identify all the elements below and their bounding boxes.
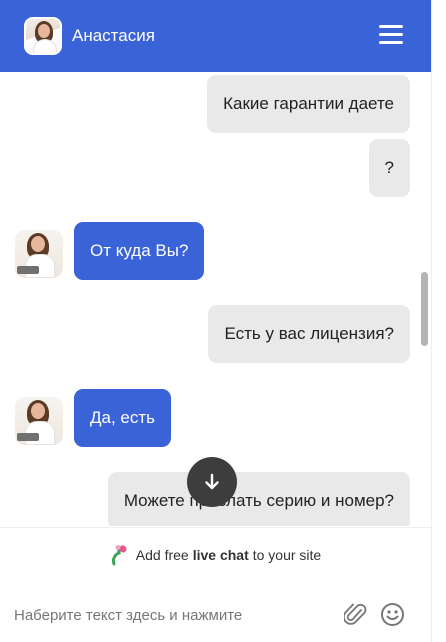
operator-avatar bbox=[15, 397, 63, 445]
arrow-down-icon bbox=[205, 473, 219, 490]
paperclip-icon bbox=[342, 603, 367, 625]
promo-bold: live chat bbox=[192, 546, 249, 563]
message-outgoing: Можете прислать серию и номер? bbox=[107, 472, 410, 526]
promo-link[interactable]: Add free live chat to your site bbox=[0, 527, 431, 581]
scrollbar-thumb[interactable] bbox=[421, 272, 428, 346]
operator-avatar bbox=[24, 17, 62, 55]
operator-avatar bbox=[15, 230, 63, 278]
scrollbar-track[interactable] bbox=[431, 0, 446, 642]
composer bbox=[0, 590, 431, 642]
attach-button[interactable] bbox=[342, 602, 368, 633]
hamburger-menu-icon[interactable] bbox=[379, 25, 403, 45]
smiley-icon bbox=[381, 603, 404, 626]
message-incoming: Да, есть bbox=[74, 389, 172, 447]
chat-logo-icon bbox=[111, 544, 127, 565]
promo-prefix: Add free bbox=[135, 546, 189, 563]
promo-suffix: to your site bbox=[252, 546, 322, 563]
emoji-button[interactable] bbox=[380, 602, 405, 632]
scroll-down-button[interactable] bbox=[187, 457, 237, 507]
operator-name: Анастасия bbox=[72, 26, 155, 45]
message-incoming: От куда Вы? bbox=[74, 222, 205, 280]
message-input[interactable] bbox=[14, 602, 334, 628]
chat-header: Анастасия bbox=[0, 0, 431, 72]
message-outgoing: Какие гарантии даете bbox=[207, 75, 410, 133]
message-outgoing: Есть у вас лицензия? bbox=[208, 305, 410, 363]
message-outgoing: ? bbox=[368, 139, 410, 197]
